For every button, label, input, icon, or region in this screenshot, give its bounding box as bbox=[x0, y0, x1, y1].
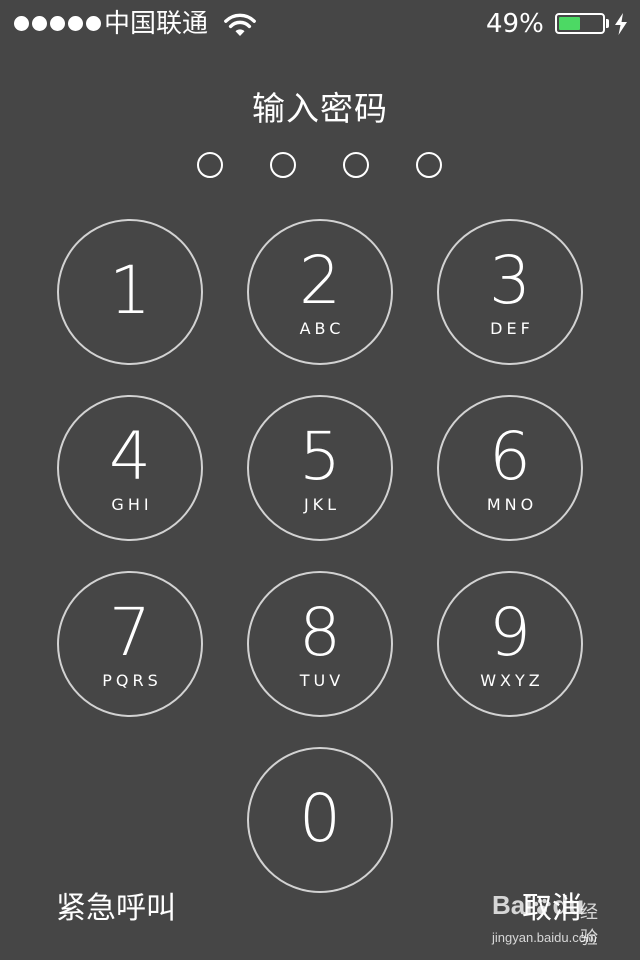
passcode-dot bbox=[197, 152, 223, 178]
battery-tip bbox=[606, 19, 609, 28]
page-title: 输入密码 bbox=[252, 89, 388, 128]
keypad-digit: 4 bbox=[109, 418, 151, 495]
signal-dot bbox=[68, 16, 83, 31]
keypad-digit: 1 bbox=[109, 252, 151, 329]
keypad-button-7[interactable]: 7 PQRS bbox=[57, 571, 203, 717]
passcode-dot bbox=[343, 152, 369, 178]
keypad-button-4[interactable]: 4 GHI bbox=[57, 395, 203, 541]
passcode-indicator bbox=[197, 152, 443, 178]
keypad-button-0[interactable]: 0 bbox=[247, 747, 393, 893]
wifi-icon bbox=[224, 13, 256, 36]
keypad-letters: TUV bbox=[299, 671, 345, 690]
passcode-dot bbox=[416, 152, 442, 178]
keypad-digit: 7 bbox=[109, 594, 151, 671]
battery-icon bbox=[555, 13, 605, 34]
keypad-button-2[interactable]: 2 ABC bbox=[247, 219, 393, 365]
cancel-button[interactable]: 取消 bbox=[522, 888, 582, 930]
bolt-icon bbox=[615, 13, 627, 35]
carrier-name: 中国联通 bbox=[104, 9, 209, 39]
signal-dot bbox=[14, 16, 29, 31]
keypad-letters: MNO bbox=[486, 495, 538, 514]
signal-strength-icon bbox=[14, 16, 101, 31]
keypad-button-3[interactable]: 3 DEF bbox=[437, 219, 583, 365]
emergency-call-button[interactable]: 紧急呼叫 bbox=[56, 888, 176, 930]
battery-percent: 49% bbox=[486, 9, 544, 39]
signal-dot bbox=[86, 16, 101, 31]
keypad-letters: JKL bbox=[303, 495, 341, 514]
signal-dot bbox=[32, 16, 47, 31]
keypad-letters: WXYZ bbox=[480, 671, 544, 690]
passcode-dot bbox=[270, 152, 296, 178]
keypad-letters: ABC bbox=[299, 319, 345, 338]
watermark-url: jingyan.baidu.com bbox=[492, 930, 597, 945]
battery-level-fill bbox=[559, 17, 580, 30]
keypad-button-1[interactable]: 1 bbox=[57, 219, 203, 365]
keypad-digit: 2 bbox=[299, 242, 341, 319]
signal-dot bbox=[50, 16, 65, 31]
keypad-letters: GHI bbox=[111, 495, 153, 514]
keypad-digit: 6 bbox=[489, 418, 531, 495]
keypad-digit: 0 bbox=[299, 780, 341, 857]
keypad-button-6[interactable]: 6 MNO bbox=[437, 395, 583, 541]
keypad-letters: DEF bbox=[490, 319, 534, 338]
keypad-digit: 5 bbox=[299, 418, 341, 495]
keypad-digit: 9 bbox=[489, 594, 531, 671]
status-bar: 中国联通 49% bbox=[0, 0, 640, 48]
keypad-digit: 8 bbox=[299, 594, 341, 671]
keypad-button-9[interactable]: 9 WXYZ bbox=[437, 571, 583, 717]
keypad-button-8[interactable]: 8 TUV bbox=[247, 571, 393, 717]
keypad-digit: 3 bbox=[489, 242, 531, 319]
keypad-letters: PQRS bbox=[102, 671, 162, 690]
watermark-sub: 经验 bbox=[580, 902, 598, 949]
keypad-button-5[interactable]: 5 JKL bbox=[247, 395, 393, 541]
